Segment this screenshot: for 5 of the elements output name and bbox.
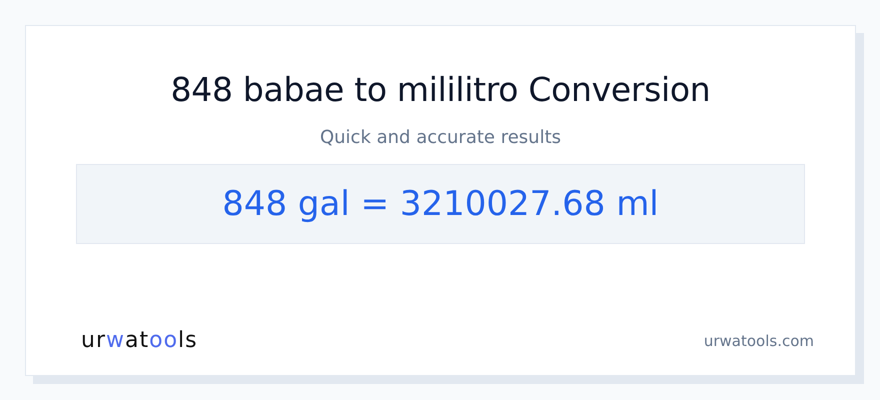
logo: urwatools (81, 328, 198, 353)
conversion-result: 848 gal = 3210027.68 ml (222, 184, 659, 224)
site-url: urwatools.com (704, 332, 814, 350)
subtitle: Quick and accurate results (320, 126, 562, 150)
page-title: 848 babae to mililitro Conversion (170, 69, 710, 111)
